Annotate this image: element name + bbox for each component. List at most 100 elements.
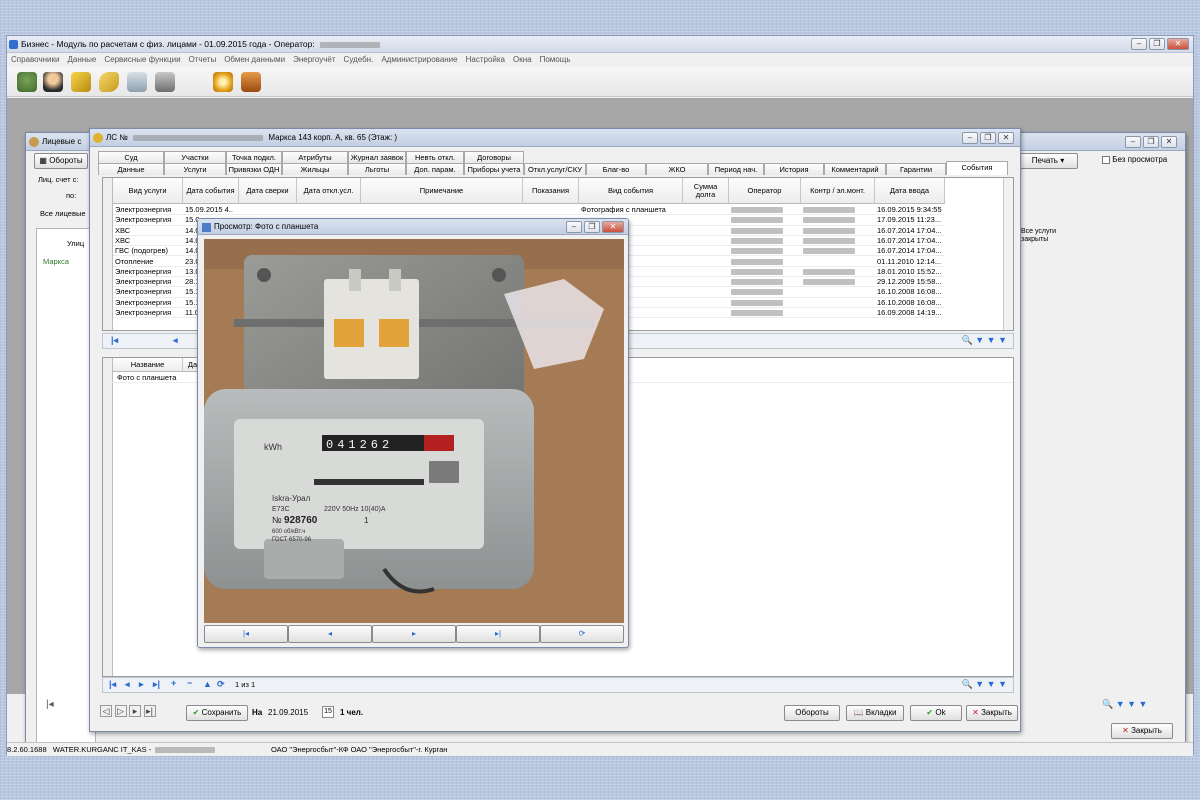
save-button[interactable]: ✔ Сохранить [186, 705, 248, 721]
print-button[interactable]: Печать ▾ [1018, 153, 1078, 169]
menu-item-help[interactable]: Помощь [540, 53, 571, 67]
grid-filter-icons[interactable]: 🔍 ▼ ▼ ▼ [962, 335, 1007, 346]
refresh-icon[interactable]: ⟳ [217, 679, 225, 690]
tab-court[interactable]: Суд [98, 151, 164, 163]
ok-button[interactable]: ✔ Ok [910, 705, 962, 721]
calculator-icon[interactable] [127, 72, 147, 92]
menu-item-data[interactable]: Данные [67, 53, 96, 67]
tab-services[interactable]: Услуги [164, 163, 226, 175]
back-icon[interactable]: ◁ [100, 705, 112, 717]
minimize-button[interactable]: – [1131, 38, 1147, 50]
tabs-button[interactable]: 📖 Вкладки [846, 705, 904, 721]
history-nav[interactable]: ◁ ▷ ▸ ▸| [100, 705, 156, 717]
close-bg-button[interactable]: ✕ Закрыть [1111, 723, 1173, 739]
prev-icon[interactable]: ◂ [288, 625, 372, 643]
delete-record-icon[interactable]: − [187, 678, 192, 688]
col-header-operator[interactable]: Оператор [729, 178, 801, 204]
menu-item-exchange[interactable]: Обмен данными [224, 53, 285, 67]
col-header-event-type[interactable]: Вид события [579, 178, 683, 204]
oboroty-button[interactable]: ▦ Обороты [34, 153, 88, 169]
tab-data[interactable]: Данные [98, 163, 164, 175]
house-icon[interactable] [17, 72, 37, 92]
add-record-icon[interactable]: + [171, 678, 176, 688]
tab-guarantees[interactable]: Гарантии [886, 163, 946, 175]
tab-meters[interactable]: Приборы учета [464, 163, 524, 175]
search-filter-icons[interactable]: 🔍 ▼ ▼ ▼ [1102, 699, 1147, 710]
tab-improvement[interactable]: Благ-во [586, 163, 646, 175]
first-icon[interactable]: |◂ [204, 625, 288, 643]
tab-comment[interactable]: Комментарий [824, 163, 886, 175]
person-icon[interactable] [43, 72, 63, 92]
checkbox-box[interactable] [1102, 155, 1110, 164]
tab-connection-point[interactable]: Точка подкл. [226, 151, 282, 163]
notebook-icon[interactable] [71, 72, 91, 92]
tab-contracts[interactable]: Договоры [464, 151, 524, 163]
maximize-button[interactable]: ❐ [980, 132, 996, 144]
col-header-readings[interactable]: Показания [523, 178, 579, 204]
tab-events[interactable]: События [946, 161, 1008, 175]
events-scrollbar[interactable] [1003, 178, 1013, 330]
close-button[interactable]: ✕ Закрыть [966, 705, 1018, 721]
no-preview-checkbox[interactable]: Без просмотра [1102, 155, 1167, 164]
first-record-icon[interactable]: |◂ [111, 335, 118, 346]
close-button[interactable]: ✕ [1161, 136, 1177, 148]
street-cell[interactable]: Маркса [43, 257, 69, 266]
last-icon[interactable]: ▸| [456, 625, 540, 643]
tab-odn[interactable]: Привязки ОДН [226, 163, 282, 175]
table-row[interactable]: Электроэнергия 15.09.2015 4.. Фотография с… [113, 205, 945, 216]
maximize-button[interactable]: ❐ [1149, 38, 1165, 50]
tab-requests-log[interactable]: Журнал заявок [348, 151, 406, 163]
col-header-note[interactable]: Примечание [361, 178, 523, 204]
col-header-event-date[interactable]: Дата события [183, 178, 239, 204]
date-field[interactable]: 21.09.2015 [268, 708, 308, 717]
tab-residents[interactable]: Жильцы [282, 163, 348, 175]
prev-record-icon[interactable]: ◂ [173, 335, 178, 346]
col-header-entry-date[interactable]: Дата ввода [875, 178, 945, 204]
col-header-service[interactable]: Вид услуги [113, 178, 183, 204]
minimize-button[interactable]: – [962, 132, 978, 144]
prev-record-icon[interactable]: ◂ [125, 679, 130, 690]
tab-attributes[interactable]: Атрибуты [282, 151, 348, 163]
menu-item-service[interactable]: Сервисные функции [104, 53, 180, 67]
tab-extra-params[interactable]: Доп. парам. [406, 163, 464, 175]
close-button[interactable]: ✕ [1167, 38, 1189, 50]
key-icon[interactable] [99, 72, 119, 92]
tab-disconnect[interactable]: Невть откл. [406, 151, 464, 163]
menu-item-windows[interactable]: Окна [513, 53, 532, 67]
tab-history[interactable]: История [764, 163, 824, 175]
menu-item-reports[interactable]: Отчеты [189, 53, 217, 67]
col-header-controller[interactable]: Контр / эл.монт. [801, 178, 875, 204]
street-column-header[interactable]: Улиц [67, 239, 84, 248]
maximize-button[interactable]: ❐ [584, 221, 600, 233]
col-header-name[interactable]: Название [113, 358, 183, 372]
oboroty-button[interactable]: Обороты [784, 705, 840, 721]
edit-record-icon[interactable]: ▲ [203, 679, 212, 689]
close-button[interactable]: ✕ [602, 221, 624, 233]
tab-service-disconnect[interactable]: Откл.услуг/СКУ [524, 163, 586, 175]
door-exit-icon[interactable] [241, 72, 261, 92]
next-icon[interactable]: ▸ [372, 625, 456, 643]
menu-item-energy[interactable]: Энергоучёт [293, 53, 335, 67]
printer-icon[interactable] [155, 72, 175, 92]
rotate-icon[interactable]: ⟳ [540, 625, 624, 643]
col-header-disconnect-date[interactable]: Дата откл.усл. [297, 178, 361, 204]
menu-item-court[interactable]: Судебн. [344, 53, 374, 67]
first-record-icon[interactable]: |◂ [109, 679, 116, 690]
last-record-icon[interactable]: ▸| [153, 679, 160, 690]
maximize-button[interactable]: ❐ [1143, 136, 1159, 148]
tab-zhko[interactable]: ЖКО [646, 163, 708, 175]
tab-benefits[interactable]: Льготы [348, 163, 406, 175]
gear-icon[interactable] [213, 72, 233, 92]
next-record-icon[interactable]: ▸ [139, 679, 144, 690]
tab-period[interactable]: Период нач. [708, 163, 764, 175]
menu-item-settings[interactable]: Настройка [466, 53, 505, 67]
play-icon[interactable]: ▸ [129, 705, 142, 717]
minimize-button[interactable]: – [566, 221, 582, 233]
menu-item-admin[interactable]: Администрирование [381, 53, 457, 67]
col-header-debt[interactable]: Сумма долга [683, 178, 729, 204]
close-button[interactable]: ✕ [998, 132, 1014, 144]
grid-filter-icons[interactable]: 🔍 ▼ ▼ ▼ [962, 679, 1007, 690]
tab-sections[interactable]: Участки [164, 151, 226, 163]
menu-item-references[interactable]: Справочники [11, 53, 59, 67]
forward-icon[interactable]: ▷ [114, 705, 127, 717]
